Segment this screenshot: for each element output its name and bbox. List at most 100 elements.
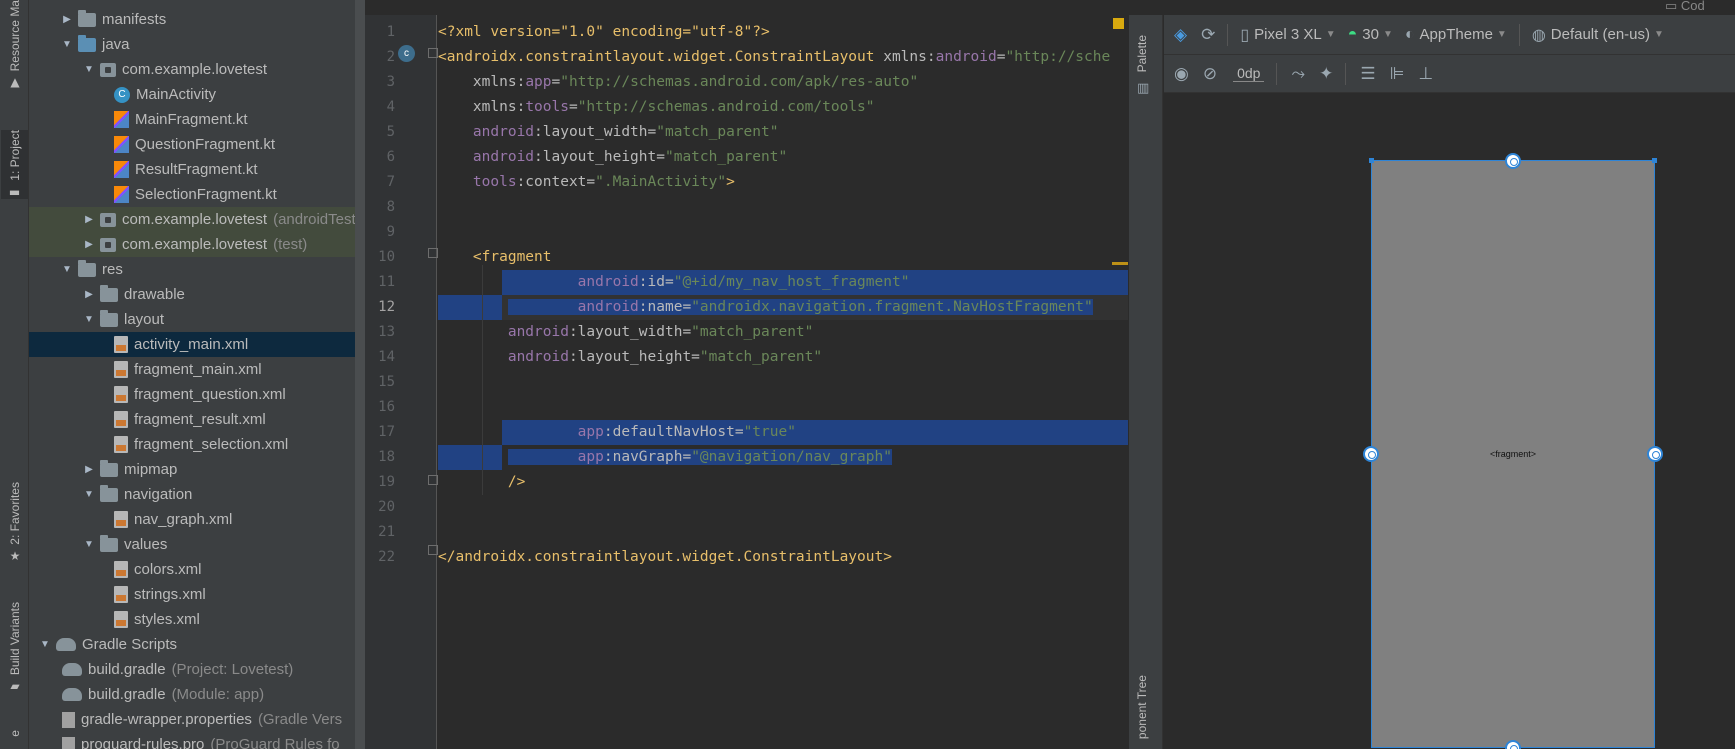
tree-item[interactable]: fragment_selection.xml <box>29 432 365 457</box>
tab-component-tree[interactable]: ponent Tree <box>1135 675 1149 739</box>
code-line[interactable]: android:layout_width="match_parent" <box>438 120 1128 145</box>
layers-icon[interactable]: ◈ <box>1174 25 1187 45</box>
tab-palette[interactable]: Palette <box>1135 35 1149 72</box>
tab-project[interactable]: 1: Project ▬ <box>1 130 28 199</box>
code-view-label[interactable]: ▭ Cod <box>1665 0 1705 12</box>
code-line[interactable]: android:name="androidx.navigation.fragme… <box>438 295 1128 320</box>
tree-item[interactable]: colors.xml <box>29 557 365 582</box>
tree-item[interactable]: activity_main.xml <box>29 332 365 357</box>
code-line[interactable] <box>438 395 1128 420</box>
tree-item[interactable]: ▼ layout <box>29 307 365 332</box>
fold-marker-icon[interactable] <box>428 248 438 258</box>
code-line[interactable]: android:layout_width="match_parent" <box>438 320 1128 345</box>
tree-item[interactable]: ▶ drawable <box>29 282 365 307</box>
code-line[interactable]: <androidx.constraintlayout.widget.Constr… <box>438 45 1128 70</box>
chevron-right-icon[interactable]: ▶ <box>81 289 97 300</box>
code-line[interactable]: tools:context=".MainActivity"> <box>438 170 1128 195</box>
tree-item[interactable]: fragment_main.xml <box>29 357 365 382</box>
constraint-handle-bottom[interactable] <box>1505 740 1521 749</box>
tab-favorites[interactable]: 2: Favorites ★ <box>2 482 28 563</box>
tree-item[interactable]: SelectionFragment.kt <box>29 182 365 207</box>
chevron-right-icon[interactable]: ▶ <box>81 214 97 225</box>
tree-item[interactable]: nav_graph.xml <box>29 507 365 532</box>
code-editor[interactable]: <?xml version="1.0" encoding="utf-8"?> <a… <box>438 15 1128 749</box>
code-line[interactable]: app:navGraph="@navigation/nav_graph" <box>438 445 1128 470</box>
constraint-handle-top[interactable] <box>1505 153 1521 169</box>
tree-item[interactable]: build.gradle (Project: Lovetest) <box>29 657 365 682</box>
orientation-icon[interactable]: ⟳ <box>1201 25 1215 45</box>
code-line[interactable]: <fragment <box>438 245 1128 270</box>
code-line[interactable] <box>438 220 1128 245</box>
tab-build-variants[interactable]: Build Variants ▰ <box>2 602 28 693</box>
pack-icon[interactable]: ☰ <box>1360 64 1375 84</box>
code-line[interactable]: </androidx.constraintlayout.widget.Const… <box>438 545 1128 570</box>
tree-item[interactable]: build.gradle (Module: app) <box>29 682 365 707</box>
tree-item[interactable]: fragment_result.xml <box>29 407 365 432</box>
layout-preview-canvas[interactable]: <fragment> <box>1363 153 1663 749</box>
tree-item[interactable]: ▼ values <box>29 532 365 557</box>
class-gutter-icon[interactable]: c <box>398 45 415 62</box>
chevron-down-icon[interactable]: ▼ <box>59 39 75 50</box>
tree-item[interactable]: ▼ java <box>29 32 365 57</box>
chevron-right-icon[interactable]: ▶ <box>59 14 75 25</box>
tree-item[interactable]: ▶ manifests <box>29 7 365 32</box>
code-line[interactable]: android:layout_height="match_parent" <box>438 145 1128 170</box>
chevron-down-icon[interactable]: ▼ <box>81 539 97 550</box>
tree-item[interactable]: MainFragment.kt <box>29 107 365 132</box>
tab-bottom-stub[interactable]: e <box>2 730 28 737</box>
constraint-handle-left[interactable] <box>1363 446 1379 462</box>
tree-item[interactable]: ▶ mipmap <box>29 457 365 482</box>
code-line[interactable]: android:id="@+id/my_nav_host_fragment" <box>438 270 1128 295</box>
device-selector[interactable]: ▯ Pixel 3 XL ▼ <box>1240 25 1335 45</box>
fold-marker-icon[interactable] <box>428 545 438 555</box>
infer-constraints-icon[interactable]: ✦ <box>1319 64 1333 84</box>
code-line[interactable]: app:defaultNavHost="true" <box>438 420 1128 445</box>
tree-item[interactable]: strings.xml <box>29 582 365 607</box>
project-scrollbar[interactable] <box>355 0 365 749</box>
constraint-handle-right[interactable] <box>1647 446 1663 462</box>
error-stripe-marker[interactable] <box>1112 262 1128 265</box>
eye-icon[interactable]: ◉ <box>1174 64 1189 84</box>
theme-selector[interactable]: ◐ AppTheme ▼ <box>1405 26 1507 44</box>
chevron-down-icon[interactable]: ▼ <box>59 264 75 275</box>
chevron-down-icon[interactable]: ▼ <box>81 489 97 500</box>
tree-item[interactable]: ▼ com.example.lovetest <box>29 57 365 82</box>
tab-resource-manager[interactable]: Resource Ma ▲ <box>2 0 28 89</box>
tree-item[interactable]: C MainActivity <box>29 82 365 107</box>
tree-item[interactable]: ▶ com.example.lovetest (test) <box>29 232 365 257</box>
warning-marker-icon[interactable] <box>1113 18 1124 29</box>
tree-item[interactable]: ResultFragment.kt <box>29 157 365 182</box>
resize-handle-top-right[interactable] <box>1652 158 1657 163</box>
fold-marker-icon[interactable] <box>428 475 438 485</box>
chevron-down-icon[interactable]: ▼ <box>37 639 53 650</box>
clear-constraints-icon[interactable]: ⤳ <box>1291 64 1305 84</box>
tree-item[interactable]: QuestionFragment.kt <box>29 132 365 157</box>
resize-handle-top-left[interactable] <box>1369 158 1374 163</box>
code-line[interactable] <box>438 520 1128 545</box>
default-margin-field[interactable]: 0dp <box>1233 65 1265 82</box>
chevron-right-icon[interactable]: ▶ <box>81 464 97 475</box>
tree-item[interactable]: ▼ res <box>29 257 365 282</box>
tree-item[interactable]: ▶ com.example.lovetest (androidTest) <box>29 207 365 232</box>
tree-item[interactable]: fragment_question.xml <box>29 382 365 407</box>
code-line[interactable]: xmlns:tools="http://schemas.android.com/… <box>438 95 1128 120</box>
chevron-down-icon[interactable]: ▼ <box>81 314 97 325</box>
code-line[interactable]: android:layout_height="match_parent" <box>438 345 1128 370</box>
code-line[interactable] <box>438 195 1128 220</box>
code-line[interactable]: /> <box>438 470 1128 495</box>
locale-selector[interactable]: ◍ Default (en-us) ▼ <box>1532 25 1664 45</box>
code-line[interactable] <box>438 495 1128 520</box>
chevron-right-icon[interactable]: ▶ <box>81 239 97 250</box>
tree-item[interactable]: ▼ Gradle Scripts <box>29 632 365 657</box>
code-line[interactable] <box>438 370 1128 395</box>
tree-item[interactable]: ▼ navigation <box>29 482 365 507</box>
align-icon[interactable]: ⊫ <box>1390 64 1405 84</box>
chevron-down-icon[interactable]: ▼ <box>81 64 97 75</box>
magnet-off-icon[interactable]: ⊘ <box>1203 64 1217 84</box>
tree-item[interactable]: proguard-rules.pro (ProGuard Rules fo <box>29 732 365 749</box>
tree-item[interactable]: styles.xml <box>29 607 365 632</box>
api-selector[interactable]: ◓ 30 ▼ <box>1348 26 1393 44</box>
fold-marker-icon[interactable] <box>428 48 438 58</box>
guidelines-icon[interactable]: ⊥ <box>1418 64 1433 84</box>
tree-item[interactable]: gradle-wrapper.properties (Gradle Vers <box>29 707 365 732</box>
